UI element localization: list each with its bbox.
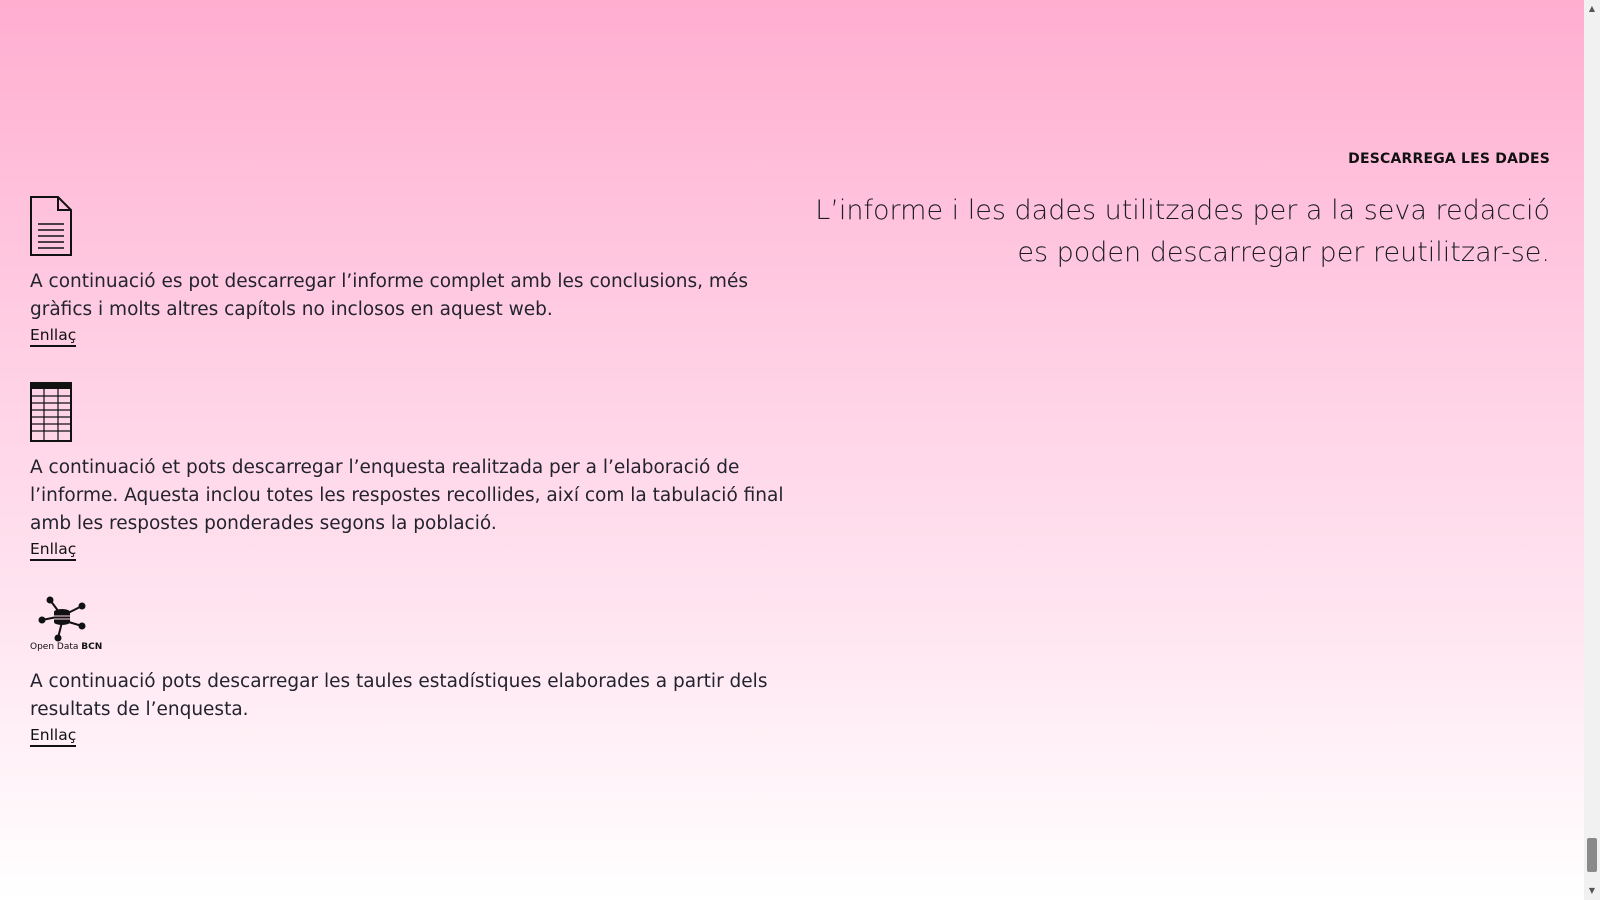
logo-text-open-data: Open Data bbox=[30, 642, 79, 652]
section-intro: L’informe i les dades utilitzades per a … bbox=[815, 195, 1550, 268]
download-link-survey[interactable]: Enllaç bbox=[30, 540, 77, 561]
download-item-open-data: Open Data BCN A continuació pots descarr… bbox=[30, 596, 790, 747]
page: DESCARREGA LES DADES L’informe i les dad… bbox=[0, 0, 1584, 900]
open-data-bcn-logo: Open Data BCN bbox=[30, 642, 790, 652]
download-description: A continuació et pots descarregar l’enqu… bbox=[30, 457, 784, 534]
scroll-up-arrow-icon[interactable]: ▲ bbox=[1584, 2, 1600, 16]
scrollbar-thumb[interactable] bbox=[1587, 838, 1597, 872]
download-description: A continuació es pot descarregar l’infor… bbox=[30, 271, 748, 320]
download-link-report[interactable]: Enllaç bbox=[30, 326, 77, 347]
vertical-scrollbar[interactable]: ▲ ▼ bbox=[1584, 0, 1600, 900]
download-description: A continuació pots descarregar les taule… bbox=[30, 671, 768, 720]
scroll-down-arrow-icon[interactable]: ▼ bbox=[1584, 884, 1600, 898]
document-icon bbox=[30, 196, 72, 256]
open-data-network-icon bbox=[38, 596, 86, 642]
logo-text-bcn: BCN bbox=[81, 642, 103, 652]
download-item-survey: A continuació et pots descarregar l’enqu… bbox=[30, 382, 790, 561]
section-label: DESCARREGA LES DADES bbox=[1348, 151, 1550, 167]
spreadsheet-icon bbox=[30, 382, 72, 442]
download-item-report: A continuació es pot descarregar l’infor… bbox=[30, 196, 790, 347]
download-link-open-data[interactable]: Enllaç bbox=[30, 726, 77, 747]
